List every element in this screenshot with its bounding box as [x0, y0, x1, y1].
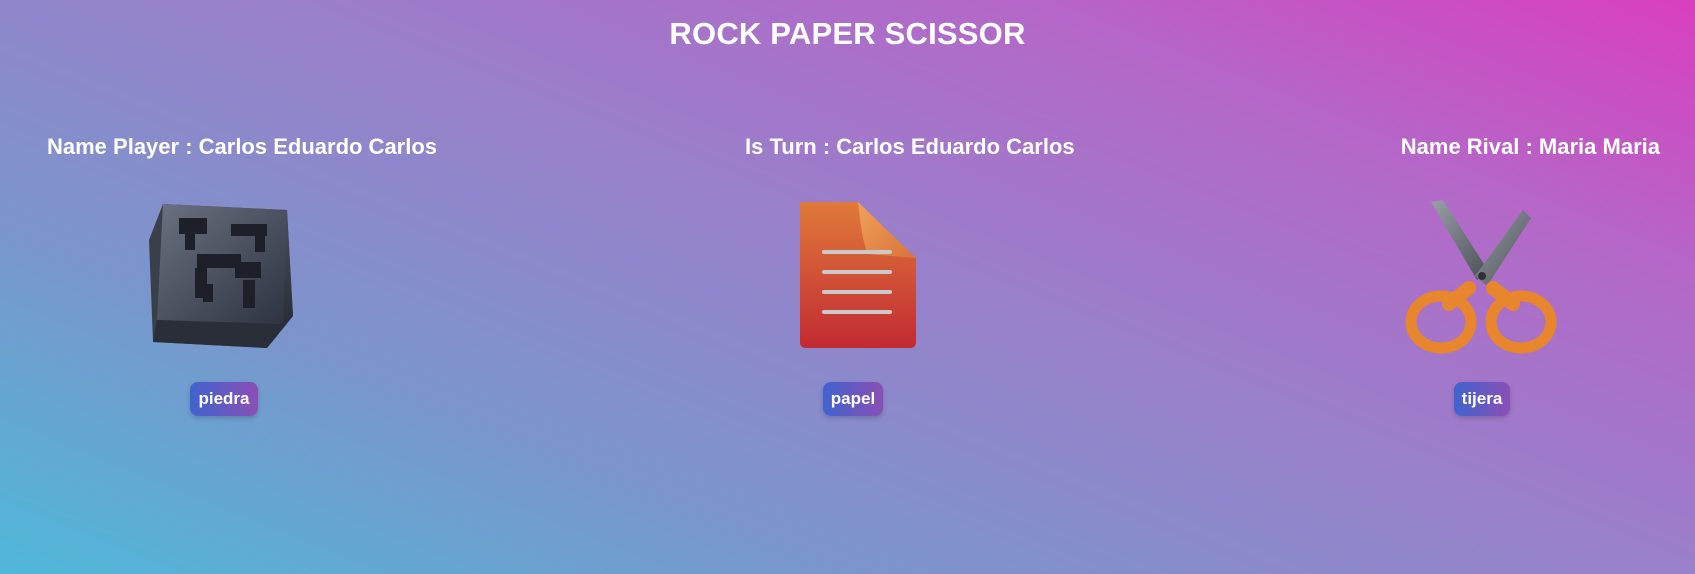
page-title: ROCK PAPER SCISSOR [669, 16, 1026, 51]
rock-cube-icon[interactable] [139, 196, 309, 366]
rival-name-label: Name Rival : Maria Maria [1400, 134, 1660, 159]
scissor-choice-button[interactable]: tijera [1453, 382, 1511, 416]
scissors-icon[interactable] [1397, 196, 1567, 366]
choice-paper: papel [763, 196, 943, 416]
rock-choice-button[interactable]: piedra [190, 382, 258, 416]
paper-document-icon[interactable] [768, 196, 938, 366]
paper-choice-button[interactable]: papel [822, 382, 884, 416]
choice-scissor: tijera [1392, 196, 1572, 416]
choice-rock: piedra [134, 196, 314, 416]
player-name-label: Name Player : Carlos Eduardo Carlos [47, 134, 438, 159]
turn-indicator-label: Is Turn : Carlos Eduardo Carlos [745, 134, 1075, 159]
